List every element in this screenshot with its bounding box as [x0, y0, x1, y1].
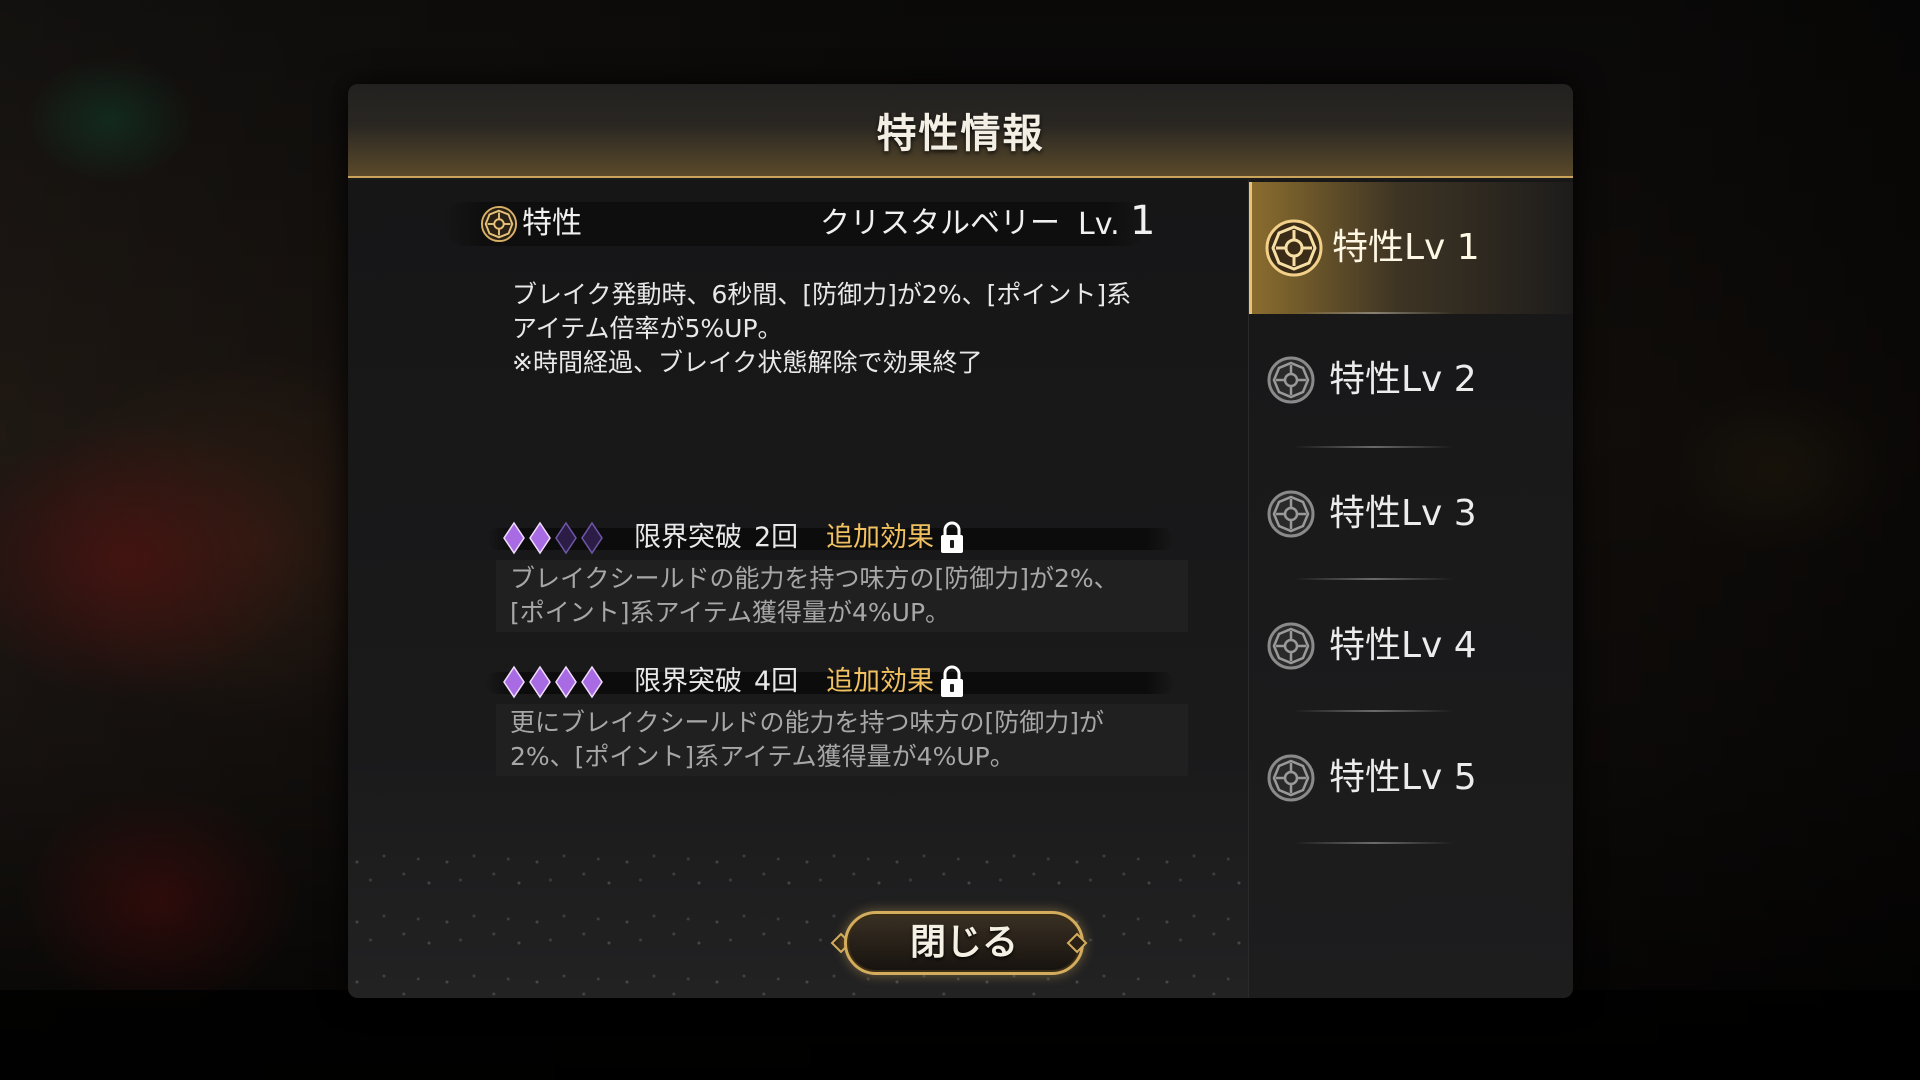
limit-break-description-line: 2%、[ポイント]系アイテム獲得量が4%UP。	[510, 742, 1015, 771]
tab-label: 特性Lv 4	[1329, 625, 1477, 666]
trait-emblem-icon	[1267, 622, 1315, 670]
tab-trait-level-4[interactable]: 特性Lv 4	[1249, 580, 1573, 712]
limit-break-description-box: ブレイクシールドの能力を持つ味方の[防御力]が2%、 [ポイント]系アイテム獲得…	[496, 560, 1188, 632]
lock-icon	[941, 665, 963, 697]
tab-trait-level-5[interactable]: 特性Lv 5	[1249, 712, 1573, 844]
trait-description-line: アイテム倍率が5%UP。	[512, 314, 783, 343]
tab-trait-level-1[interactable]: 特性Lv 1	[1249, 182, 1573, 314]
button-ornament-right-icon	[1066, 932, 1088, 954]
tab-trait-level-2[interactable]: 特性Lv 2	[1249, 314, 1573, 446]
extra-effect-label: 追加効果	[826, 666, 934, 697]
limit-break-row: 限界突破 4回 追加効果	[486, 664, 1174, 700]
trait-emblem-icon	[1265, 219, 1323, 277]
tab-divider	[1294, 842, 1454, 844]
lock-icon	[941, 521, 963, 553]
trait-emblem-icon	[1267, 490, 1315, 538]
trait-level-value: 1	[1130, 198, 1156, 244]
tab-trait-level-3[interactable]: 特性Lv 3	[1249, 448, 1573, 580]
tab-label: 特性Lv 1	[1332, 227, 1480, 268]
trait-label: 特性	[522, 206, 582, 241]
limit-break-description-line: 更にブレイクシールドの能力を持つ味方の[防御力]が	[510, 708, 1105, 737]
trait-info-dialog: 特性情報 特性 クリスタルベリー Lv. 1 ブレイク発動時、6秒間、[防御力]…	[348, 84, 1573, 998]
tab-label: 特性Lv 2	[1329, 359, 1477, 400]
sparkle-decoration	[348, 838, 1248, 998]
trait-level-prefix: Lv.	[1078, 207, 1120, 242]
limit-break-description-line: ブレイクシールドの能力を持つ味方の[防御力]が2%、	[510, 564, 1119, 593]
limit-break-count: 2回	[754, 522, 799, 553]
limit-break-description-line: [ポイント]系アイテム獲得量が4%UP。	[510, 598, 951, 627]
extra-effect-label: 追加効果	[826, 522, 934, 553]
tab-label: 特性Lv 5	[1329, 757, 1477, 798]
trait-level-tabs: 特性Lv 1 特性Lv 2 特性Lv 3 特性Lv 4 特性Lv 5	[1248, 180, 1573, 998]
trait-emblem-icon	[1267, 356, 1315, 404]
trait-name: クリスタルベリー	[820, 206, 1060, 241]
limit-break-label: 限界突破	[634, 666, 742, 697]
trait-emblem-icon	[480, 205, 518, 243]
limit-break-gems-icon	[503, 665, 603, 699]
trait-emblem-icon	[1267, 754, 1315, 802]
tab-label: 特性Lv 3	[1329, 493, 1477, 534]
limit-break-label: 限界突破	[634, 522, 742, 553]
trait-description-line: ※時間経過、ブレイク状態解除で効果終了	[512, 348, 983, 377]
limit-break-description-box: 更にブレイクシールドの能力を持つ味方の[防御力]が 2%、[ポイント]系アイテム…	[496, 704, 1188, 776]
dialog-title: 特性情報	[876, 111, 1045, 157]
limit-break-row: 限界突破 2回 追加効果	[486, 520, 1174, 556]
trait-description-line: ブレイク発動時、6秒間、[防御力]が2%、[ポイント]系	[512, 280, 1132, 309]
close-button[interactable]: 閉じる	[844, 911, 1084, 975]
limit-break-count: 4回	[754, 666, 799, 697]
limit-break-gems-icon	[503, 521, 603, 555]
bottom-shade	[0, 990, 1920, 1080]
